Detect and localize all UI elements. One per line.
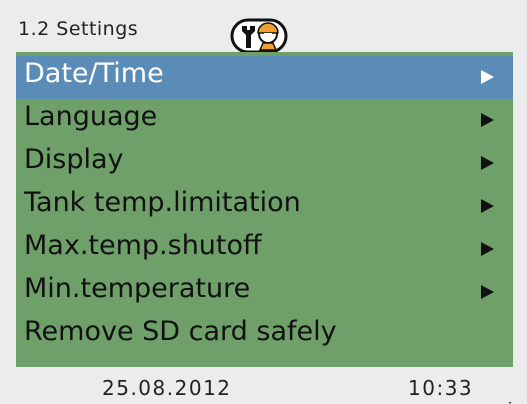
menu-item-max-temp-shutoff[interactable]: Max.temp.shutoff — [16, 228, 513, 271]
status-bar: 25.08.2012 10:33 — [0, 367, 527, 402]
submenu-arrow-icon — [481, 285, 494, 299]
menu-item-label: Date/Time — [24, 58, 164, 89]
menu-item-display[interactable]: Display — [16, 142, 513, 185]
time-display: 10:33 — [408, 376, 474, 400]
submenu-arrow-icon — [481, 70, 494, 84]
service-technician-icon — [228, 14, 290, 54]
menu-item-remove-sd-card[interactable]: Remove SD card safely — [16, 314, 513, 357]
menu-item-min-temperature[interactable]: Min.temperature — [16, 271, 513, 314]
menu-item-tank-temp-limitation[interactable]: Tank temp.limitation — [16, 185, 513, 228]
page-title: 1.2 Settings — [18, 18, 139, 40]
submenu-arrow-icon — [481, 113, 494, 127]
settings-menu: Date/Time Language Display Tank temp.lim… — [16, 52, 514, 404]
header-bar: 1.2 Settings — [0, 0, 527, 54]
submenu-arrow-icon — [481, 199, 494, 213]
menu-item-language[interactable]: Language — [16, 99, 513, 142]
submenu-arrow-icon — [481, 242, 494, 256]
menu-item-date-time[interactable]: Date/Time — [16, 56, 513, 99]
menu-item-label: Max.temp.shutoff — [24, 230, 262, 261]
date-display: 25.08.2012 — [102, 376, 232, 400]
submenu-arrow-icon — [481, 156, 494, 170]
menu-item-label: Min.temperature — [24, 273, 251, 304]
menu-item-label: Language — [24, 101, 158, 132]
menu-item-label: Remove SD card safely — [24, 316, 337, 347]
menu-item-label: Display — [24, 144, 124, 175]
menu-item-label: Tank temp.limitation — [24, 187, 301, 218]
